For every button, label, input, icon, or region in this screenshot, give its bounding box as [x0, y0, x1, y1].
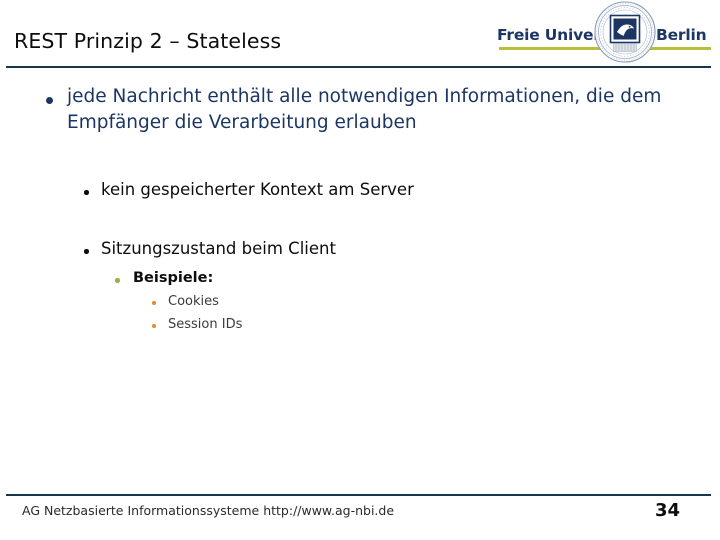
footer-divider: [6, 494, 711, 496]
footer-credit-text: AG Netzbasierte Informationssysteme http…: [22, 503, 395, 518]
bullet-text: Sitzungszustand beim Client: [101, 239, 336, 258]
bullet-dot-icon: [46, 97, 53, 104]
slide-content: jede Nachricht enthält alle notwendigen …: [0, 70, 720, 470]
bullet-text: Beispiele:: [133, 270, 214, 286]
slide-header: REST Prinzip 2 – Stateless Freie Univers…: [0, 0, 720, 70]
bullet-text: jede Nachricht enthält alle notwendigen …: [67, 86, 662, 133]
bullet-dot-icon: [152, 301, 156, 305]
logo-text-berlin: Berlin: [656, 26, 707, 44]
bullet-dot-icon: [115, 278, 120, 283]
bullet-text: Cookies: [168, 294, 219, 309]
fu-berlin-seal-icon: [594, 1, 656, 63]
slide-footer: AG Netzbasierte Informationssysteme http…: [0, 494, 720, 540]
bullet-text: Session IDs: [168, 317, 243, 332]
header-divider: [6, 66, 711, 68]
bullet-dot-icon: [84, 190, 89, 195]
university-logo: Freie Universität Berlin: [497, 1, 713, 63]
bullet-dot-icon: [84, 249, 89, 254]
page-title: REST Prinzip 2 – Stateless: [14, 29, 282, 53]
bullet-dot-icon: [152, 324, 156, 328]
slide-canvas: { "header": { "title": "REST Prinzip 2 –…: [0, 0, 720, 540]
bullet-text: kein gespeicherter Kontext am Server: [101, 180, 414, 199]
page-number: 34: [655, 500, 681, 521]
